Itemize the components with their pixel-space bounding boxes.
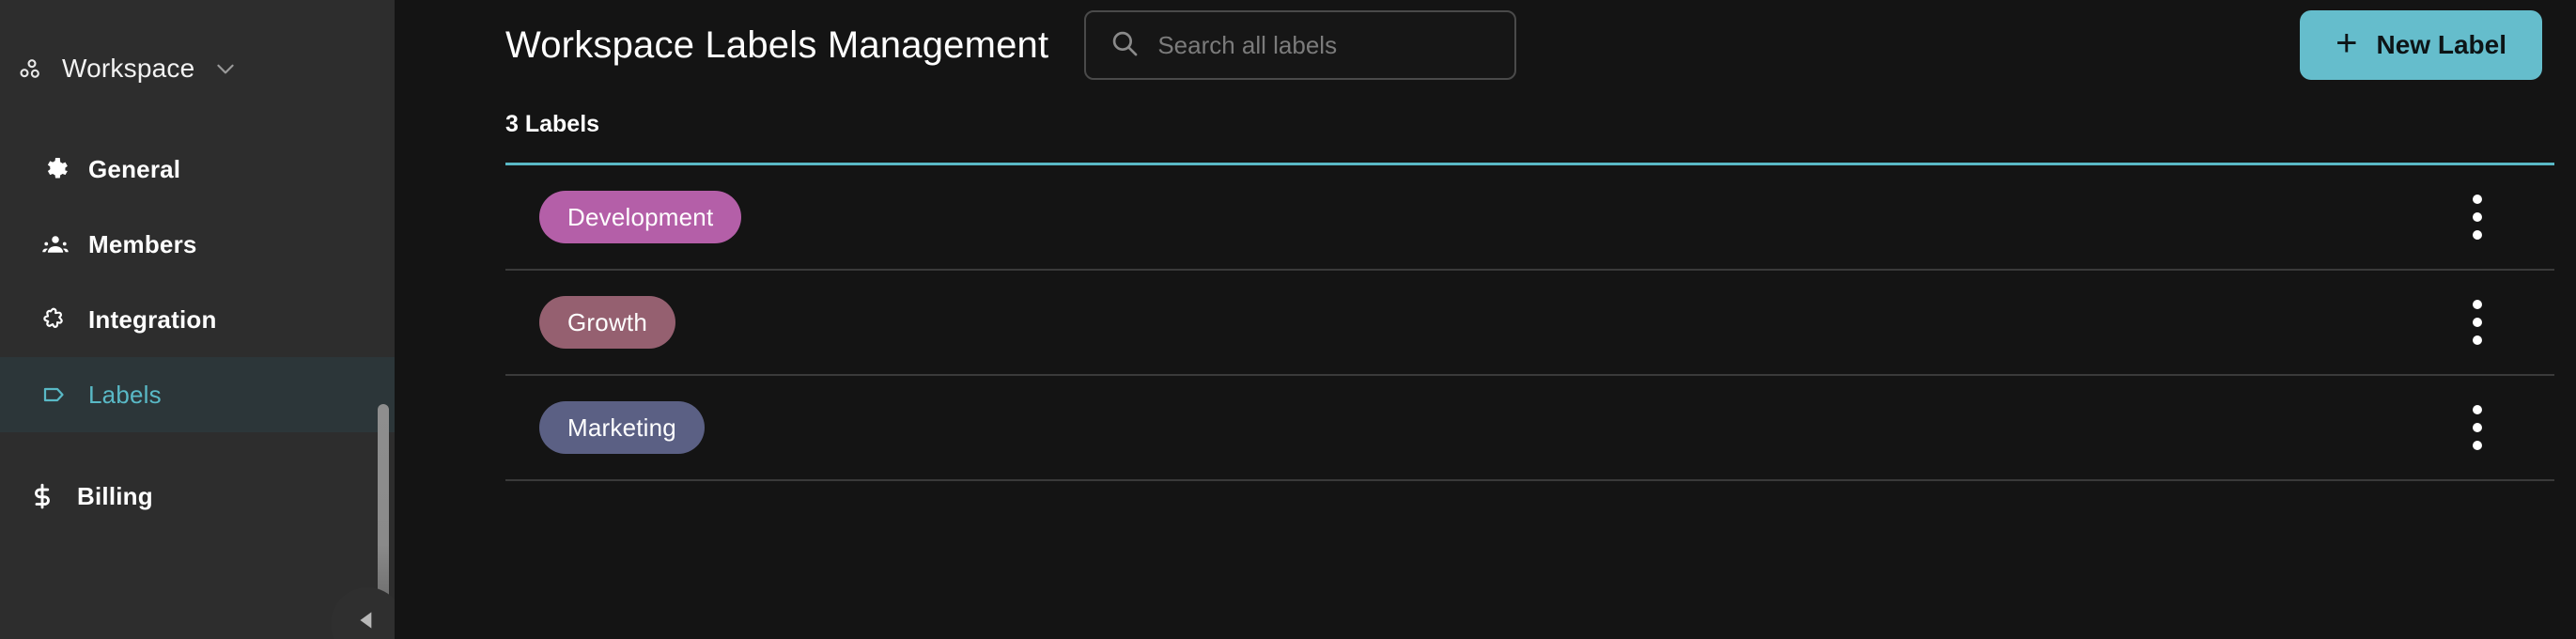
sidebar-item-members[interactable]: Members xyxy=(0,207,395,282)
search-box[interactable] xyxy=(1084,10,1517,80)
labels-count: 3 Labels xyxy=(505,111,600,137)
kebab-menu-icon[interactable] xyxy=(2455,293,2500,351)
sidebar-item-label: Labels xyxy=(88,380,162,409)
sidebar-item-label: General xyxy=(88,154,181,183)
gear-icon xyxy=(41,155,70,183)
people-icon xyxy=(41,230,70,258)
scrollbar-thumb[interactable] xyxy=(378,404,389,605)
sidebar-item-label: Members xyxy=(88,229,197,258)
workspace-name: Workspace xyxy=(62,54,195,83)
page-title: Workspace Labels Management xyxy=(505,23,1049,66)
sidebar: Workspace General Members Integration La… xyxy=(0,0,404,639)
new-label-button[interactable]: + New Label xyxy=(2300,10,2542,80)
new-label-button-text: New Label xyxy=(2376,30,2506,59)
kebab-menu-icon[interactable] xyxy=(2455,188,2500,246)
main-content: Workspace Labels Management + New Label … xyxy=(395,0,2576,639)
sidebar-item-labels[interactable]: Labels xyxy=(0,357,395,432)
chevron-left-icon xyxy=(355,611,380,637)
sidebar-nav: General Members Integration Labels Billi… xyxy=(0,132,395,534)
tag-icon xyxy=(41,381,70,409)
workspace-switcher[interactable]: Workspace xyxy=(0,49,395,88)
label-pill[interactable]: Development xyxy=(539,191,742,243)
sidebar-item-general[interactable]: General xyxy=(0,132,395,207)
sidebar-collapse-button[interactable] xyxy=(331,587,404,639)
dollar-icon xyxy=(28,482,56,510)
table-row[interactable]: Marketing xyxy=(505,376,2554,481)
table-row[interactable]: Development xyxy=(505,165,2554,271)
chevron-down-icon[interactable] xyxy=(209,56,238,81)
table-row[interactable]: Growth xyxy=(505,271,2554,376)
plus-icon: + xyxy=(2335,23,2358,64)
app-root: Workspace General Members Integration La… xyxy=(0,0,2576,639)
search-icon xyxy=(1109,27,1141,64)
page-header: Workspace Labels Management + New Label xyxy=(395,0,2576,90)
sidebar-item-integration[interactable]: Integration xyxy=(0,282,395,357)
kebab-menu-icon[interactable] xyxy=(2455,398,2500,457)
puzzle-icon xyxy=(41,305,70,334)
label-pill[interactable]: Marketing xyxy=(539,401,705,454)
sidebar-item-billing[interactable]: Billing xyxy=(0,459,395,534)
search-input[interactable] xyxy=(1157,30,1493,60)
labels-table: 3 Labels Development Growth Marketing xyxy=(395,90,2576,481)
label-pill[interactable]: Growth xyxy=(539,296,676,349)
sidebar-item-label: Integration xyxy=(88,304,217,334)
workspace-dots-icon xyxy=(17,54,47,84)
sidebar-item-label: Billing xyxy=(77,481,153,510)
